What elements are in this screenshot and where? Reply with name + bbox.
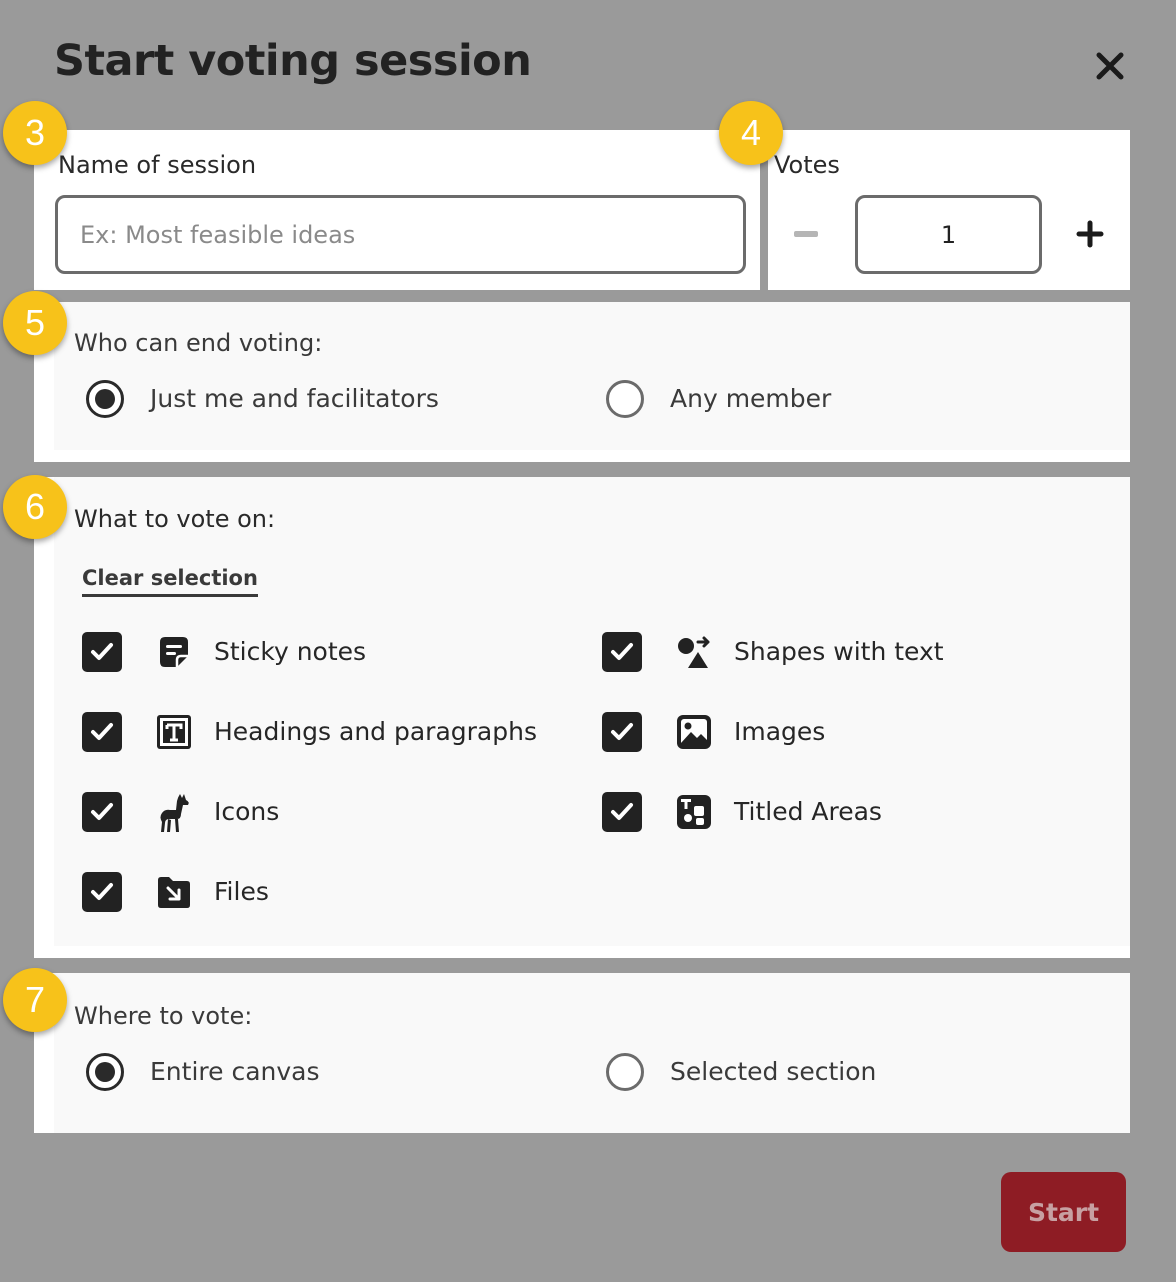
minus-icon	[794, 231, 818, 237]
image-icon	[676, 714, 712, 750]
where-panel	[34, 973, 1130, 1133]
radio-just-me-facilitators[interactable]	[86, 380, 124, 418]
radio-any-member[interactable]	[606, 380, 644, 418]
radio-selected-section[interactable]	[606, 1053, 644, 1091]
step-badge: 5	[3, 291, 67, 355]
end-voting-panel	[34, 302, 1130, 462]
dialog-title: Start voting session	[54, 36, 532, 86]
item-label: Sticky notes	[214, 637, 367, 666]
file-icon	[156, 874, 192, 910]
where-label: Where to vote:	[74, 1002, 253, 1030]
votes-count-input[interactable]	[855, 195, 1042, 274]
checkbox-images[interactable]	[602, 712, 642, 752]
vote-on-panel	[34, 477, 1130, 958]
option-label[interactable]: Entire canvas	[150, 1057, 320, 1086]
checkbox-headings-paragraphs[interactable]	[82, 712, 122, 752]
item-label: Shapes with text	[734, 637, 944, 666]
item-label: Images	[734, 717, 826, 746]
text-icon	[156, 714, 192, 750]
option-label[interactable]: Selected section	[670, 1057, 876, 1086]
step-badge: 7	[3, 968, 67, 1032]
start-button[interactable]: Start	[1001, 1172, 1126, 1252]
plus-icon	[1076, 220, 1104, 248]
option-label[interactable]: Just me and facilitators	[150, 384, 439, 413]
llama-icon	[156, 792, 192, 834]
end-voting-label: Who can end voting:	[74, 329, 323, 357]
titled-area-icon	[676, 794, 712, 830]
vote-on-label: What to vote on:	[74, 505, 276, 533]
item-label: Titled Areas	[734, 797, 882, 826]
step-badge: 3	[3, 101, 67, 165]
shapes-icon	[676, 634, 712, 670]
radio-entire-canvas[interactable]	[86, 1053, 124, 1091]
step-badge: 6	[3, 475, 67, 539]
session-name-input[interactable]	[55, 195, 746, 274]
checkbox-titled-areas[interactable]	[602, 792, 642, 832]
checkbox-sticky-notes[interactable]	[82, 632, 122, 672]
increment-votes-button[interactable]	[1070, 214, 1110, 254]
decrement-votes-button[interactable]	[786, 214, 826, 254]
item-label: Headings and paragraphs	[214, 717, 537, 746]
sticky-note-icon	[156, 634, 192, 670]
checkbox-icons[interactable]	[82, 792, 122, 832]
votes-label: Votes	[774, 151, 840, 179]
item-label: Icons	[214, 797, 280, 826]
checkbox-shapes-with-text[interactable]	[602, 632, 642, 672]
session-name-label: Name of session	[58, 151, 257, 179]
step-badge: 4	[719, 101, 783, 165]
clear-selection-link[interactable]: Clear selection	[82, 566, 258, 597]
checkbox-files[interactable]	[82, 872, 122, 912]
item-label: Files	[214, 877, 269, 906]
close-icon[interactable]	[1090, 46, 1130, 86]
option-label[interactable]: Any member	[670, 384, 831, 413]
